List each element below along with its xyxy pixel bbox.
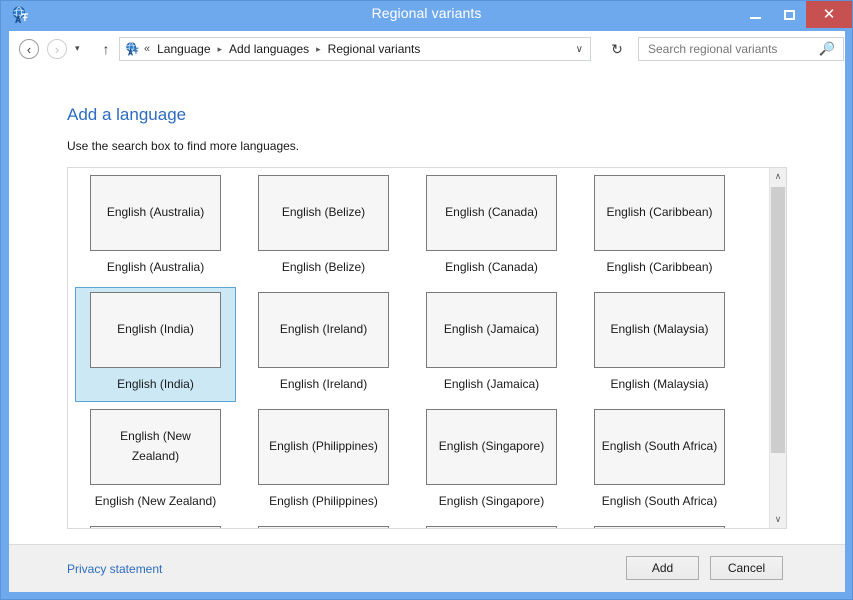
footer-bar: Privacy statement Add Cancel — [9, 544, 845, 592]
chevron-down-icon[interactable]: ∨ — [576, 44, 583, 55]
list-item[interactable]: English (Singapore) English (Singapore) — [411, 404, 572, 519]
close-button[interactable]: ✕ — [806, 1, 852, 28]
tile-caption: English (Australia) — [106, 260, 205, 274]
tile-name: English (Singapore) — [426, 409, 557, 485]
refresh-icon[interactable]: ↻ — [605, 37, 629, 61]
forward-button[interactable]: › — [47, 39, 67, 59]
scrollbar-thumb[interactable] — [771, 187, 785, 453]
tile-name — [426, 526, 557, 528]
window-controls: ✕ — [738, 1, 852, 28]
close-icon: ✕ — [822, 6, 836, 23]
tile-name: English (Jamaica) — [426, 292, 557, 368]
tile-caption: English (New Zealand) — [94, 494, 217, 508]
tile-caption: English (Caribbean) — [606, 260, 713, 274]
list-item[interactable]: English (South Africa) English (South Af… — [579, 404, 740, 519]
tile-name: English (Malaysia) — [594, 292, 725, 368]
tile-caption: English (South Africa) — [601, 494, 718, 508]
tile-name: English (Australia) — [90, 175, 221, 251]
tile-viewport: English (Australia) English (Australia) … — [68, 168, 770, 528]
tile-caption: English (Philippines) — [269, 494, 378, 508]
list-item[interactable] — [579, 521, 740, 528]
maximize-icon — [783, 9, 795, 20]
tile-name: English (Canada) — [426, 175, 557, 251]
recent-locations-button[interactable]: ▾ — [75, 43, 80, 54]
tile-caption: English (Canada) — [445, 260, 538, 274]
list-item[interactable]: English (Caribbean) English (Caribbean) — [579, 170, 740, 285]
search-box[interactable]: 🔍 — [638, 37, 844, 61]
scroll-up-icon[interactable]: ∧ — [770, 168, 786, 185]
breadcrumb-item-language[interactable]: Language — [155, 42, 212, 56]
tile-caption: English (Jamaica) — [443, 377, 540, 391]
tile-name: English (Caribbean) — [594, 175, 725, 251]
maximize-button[interactable] — [772, 1, 806, 28]
breadcrumb-overflow-icon[interactable]: « — [144, 43, 150, 55]
chevron-right-icon[interactable]: ▸ — [213, 44, 228, 55]
language-globe-icon — [124, 41, 140, 57]
tile-name: English (South Africa) — [594, 409, 725, 485]
list-item[interactable]: English (Canada) English (Canada) — [411, 170, 572, 285]
minimize-button[interactable] — [738, 1, 772, 28]
page-subtitle: Use the search box to find more language… — [67, 139, 300, 153]
list-item[interactable]: English (Jamaica) English (Jamaica) — [411, 287, 572, 402]
tile-name: English (Ireland) — [258, 292, 389, 368]
list-item[interactable] — [243, 521, 404, 528]
tile-caption: English (Belize) — [281, 260, 366, 274]
list-item[interactable]: English (Ireland) English (Ireland) — [243, 287, 404, 402]
minimize-icon — [749, 16, 761, 19]
list-item[interactable]: English (Belize) English (Belize) — [243, 170, 404, 285]
add-button[interactable]: Add — [626, 556, 699, 580]
title-bar: Regional variants ✕ — [1, 1, 852, 28]
tile-caption: English (Ireland) — [279, 377, 368, 391]
cancel-button[interactable]: Cancel — [710, 556, 783, 580]
scroll-down-icon[interactable]: ∨ — [770, 511, 786, 528]
content-area: Add a language Use the search box to fin… — [9, 66, 845, 544]
vertical-scrollbar[interactable]: ∧ ∨ — [769, 168, 786, 528]
list-item[interactable]: English (Philippines) English (Philippin… — [243, 404, 404, 519]
window-frame: Regional variants ✕ ‹ › ▾ ↑ « Language ▸… — [0, 0, 853, 600]
search-icon[interactable]: 🔍 — [819, 41, 835, 57]
tile-name — [90, 526, 221, 528]
language-tile-grid: English (Australia) English (Australia) … — [68, 168, 770, 528]
tile-caption: English (Singapore) — [438, 494, 545, 508]
tile-caption: English (India) — [117, 377, 194, 391]
window-title: Regional variants — [371, 5, 482, 21]
list-item[interactable]: English (Malaysia) English (Malaysia) — [579, 287, 740, 402]
tile-name: English (India) — [90, 292, 221, 368]
list-item[interactable] — [411, 521, 572, 528]
back-button[interactable]: ‹ — [19, 39, 39, 59]
breadcrumb-item-regional-variants[interactable]: Regional variants — [326, 42, 423, 56]
tile-caption: English (Malaysia) — [610, 377, 709, 391]
tile-name: English (Belize) — [258, 175, 389, 251]
list-item[interactable]: English (Australia) English (Australia) — [75, 170, 236, 285]
navigation-bar: ‹ › ▾ ↑ « Language ▸ Add languages ▸ Reg… — [9, 31, 845, 66]
tile-name — [258, 526, 389, 528]
address-bar[interactable]: « Language ▸ Add languages ▸ Regional va… — [119, 37, 591, 61]
breadcrumb: Language ▸ Add languages ▸ Regional vari… — [155, 42, 422, 56]
list-item[interactable]: English (New Zealand) English (New Zeala… — [75, 404, 236, 519]
breadcrumb-item-add-languages[interactable]: Add languages — [227, 42, 311, 56]
language-list-panel: English (Australia) English (Australia) … — [67, 167, 787, 529]
list-item-selected[interactable]: English (India) English (India) — [75, 287, 236, 402]
tile-name: English (New Zealand) — [90, 409, 221, 485]
search-input[interactable] — [646, 41, 819, 57]
privacy-statement-link[interactable]: Privacy statement — [67, 562, 162, 576]
list-item[interactable] — [75, 521, 236, 528]
tile-name: English (Philippines) — [258, 409, 389, 485]
chevron-right-icon[interactable]: ▸ — [311, 44, 326, 55]
tile-name — [594, 526, 725, 528]
up-button[interactable]: ↑ — [97, 39, 115, 59]
page-title: Add a language — [67, 105, 187, 124]
